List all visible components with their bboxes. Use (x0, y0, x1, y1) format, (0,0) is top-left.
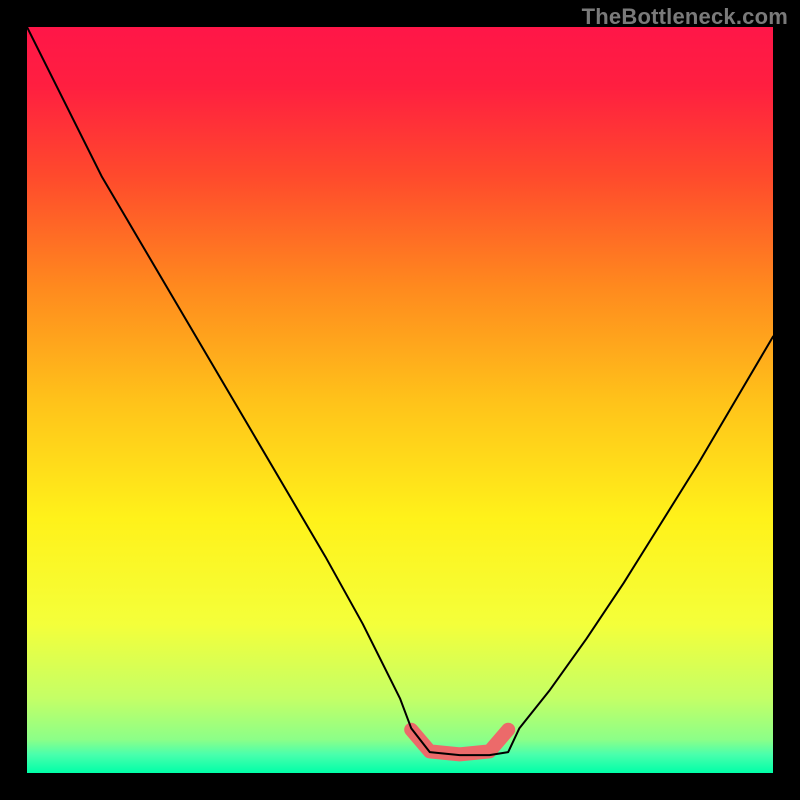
chart-frame: TheBottleneck.com (0, 0, 800, 800)
bottleneck-curve (27, 27, 773, 755)
optimal-flat-highlight (411, 730, 508, 755)
curve-layer (27, 27, 773, 773)
watermark-text: TheBottleneck.com (582, 4, 788, 30)
plot-area (27, 27, 773, 773)
